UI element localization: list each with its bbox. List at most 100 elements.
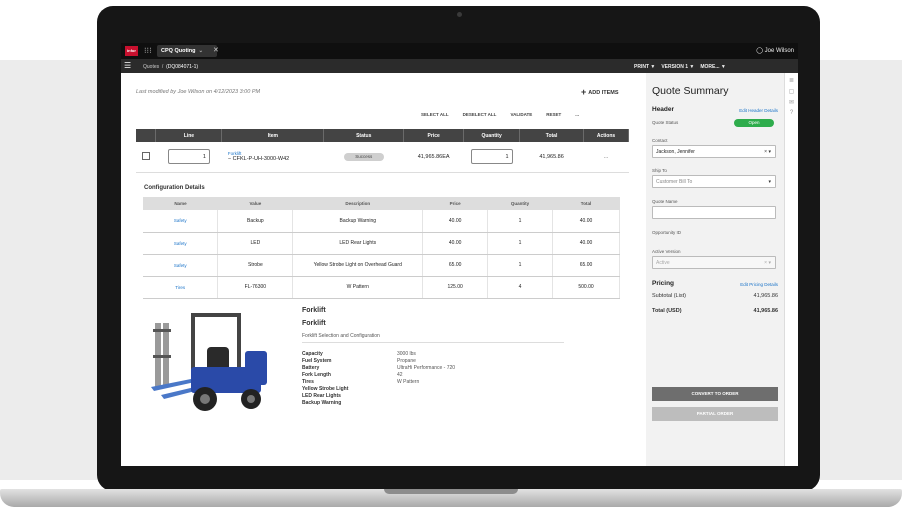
- user-icon: ◯: [756, 48, 763, 54]
- print-menu[interactable]: PRINT ▼: [634, 64, 655, 70]
- config-total: 40.00: [552, 232, 620, 255]
- spec-value: UltraHi Performance - 720: [397, 365, 456, 371]
- edit-header-link[interactable]: Edit Header Details: [739, 108, 778, 113]
- quote-summary-title: Quote Summary: [652, 85, 729, 97]
- right-rail: ≣ ▢ ✉ ?: [784, 73, 798, 466]
- config-header-total: Total: [552, 197, 620, 210]
- header-section-title: Header: [652, 106, 675, 113]
- column-header-line[interactable]: Line: [155, 129, 223, 142]
- chevron-down-icon: ⌄: [198, 48, 204, 54]
- active-version-label: Active Version: [652, 249, 681, 254]
- spec-row: Backup Warning: [302, 400, 564, 407]
- config-header-description: Description: [292, 197, 423, 210]
- config-value: Backup: [217, 210, 294, 233]
- config-name-link[interactable]: Safety: [143, 254, 219, 277]
- row-checkbox[interactable]: [141, 151, 150, 160]
- product-name: Forklift: [302, 307, 326, 314]
- select-column: [136, 129, 157, 142]
- contact-label: Contact: [652, 138, 668, 143]
- help-icon[interactable]: ?: [785, 110, 798, 116]
- partial-order-button[interactable]: PARTIAL ORDER: [652, 407, 778, 421]
- spec-value: Propane: [397, 358, 416, 364]
- config-name-link[interactable]: Safety: [143, 232, 219, 255]
- menu-icon[interactable]: ≣: [785, 77, 798, 84]
- config-header-quantity: Quantity: [487, 197, 553, 210]
- nav-bar: ☰ Quotes / (DQ084071-1) PRINT ▼ VERSION …: [121, 59, 798, 73]
- spec-name: Tires: [302, 379, 314, 385]
- column-header-status[interactable]: Status: [323, 129, 405, 142]
- top-bar: infor ⁝⁝⁝ CPQ Quoting ⌄ ✕ ◯ Joe Wilson: [121, 43, 798, 59]
- mail-icon[interactable]: ✉: [785, 99, 798, 106]
- edit-pricing-link[interactable]: Edit Pricing Details: [740, 282, 778, 287]
- quote-name-input[interactable]: [652, 206, 776, 219]
- config-total: 500.00: [552, 276, 620, 299]
- config-quantity: 1: [487, 232, 554, 255]
- column-header-quantity[interactable]: Quantity: [463, 129, 521, 142]
- config-row: Safety LED LED Rear Lights 40.00 1 40.00: [143, 232, 620, 255]
- spec-name: Fuel System: [302, 358, 332, 364]
- config-total: 65.00: [552, 254, 620, 277]
- column-header-item[interactable]: Item: [221, 129, 325, 142]
- price-cell: 41,965.86EA: [403, 142, 464, 173]
- config-header-value: Value: [217, 197, 293, 210]
- close-icon[interactable]: ✕: [213, 46, 219, 54]
- status-badge: Open: [734, 119, 774, 127]
- version-menu[interactable]: VERSION 1 ▼: [661, 64, 694, 70]
- spec-value: 42: [397, 372, 403, 378]
- config-price: 125.00: [422, 276, 489, 299]
- add-items-button[interactable]: + ADD ITEMS: [581, 87, 619, 97]
- quote-status-label: Quote Status: [652, 120, 679, 125]
- column-header-total[interactable]: Total: [519, 129, 585, 142]
- spec-row: Fuel System Propane: [302, 358, 564, 365]
- config-name-link[interactable]: Tires: [143, 276, 219, 299]
- panel-icon[interactable]: ▢: [785, 88, 798, 95]
- chevron-down-icon: ▾: [768, 179, 771, 185]
- config-row: Safety Backup Backup Warning 40.00 1 40.…: [143, 210, 620, 233]
- config-price: 65.00: [422, 254, 489, 277]
- column-header-price[interactable]: Price: [403, 129, 465, 142]
- table-header: Line Item Status Price Quantity Total Ac…: [136, 129, 629, 142]
- column-header-actions: Actions: [583, 129, 629, 142]
- more-actions-icon[interactable]: ...: [575, 112, 579, 117]
- subtotal-label: Subtotal (List): [652, 293, 686, 299]
- select-all-button[interactable]: SELECT ALL: [421, 112, 449, 117]
- contact-select[interactable]: Jackson, Jennifer × ▾: [652, 145, 776, 158]
- infor-logo[interactable]: infor: [125, 46, 138, 56]
- opportunity-id-label: Opportunity ID: [652, 230, 682, 235]
- spec-name: Capacity: [302, 351, 323, 357]
- line-number-input[interactable]: 1: [167, 149, 210, 165]
- breadcrumb: Quotes / (DQ084071-1): [143, 64, 199, 70]
- config-name-link[interactable]: Safety: [143, 210, 219, 233]
- quantity-input[interactable]: 1: [470, 149, 513, 165]
- product-info: Forklift Forklift Forklift Selection and…: [302, 307, 564, 407]
- deselect-all-button[interactable]: DESELECT ALL: [463, 112, 497, 117]
- collapse-icon[interactable]: −: [228, 156, 231, 162]
- app-screen: infor ⁝⁝⁝ CPQ Quoting ⌄ ✕ ◯ Joe Wilson ☰ …: [121, 43, 798, 466]
- row-actions-icon[interactable]: ...: [583, 142, 629, 173]
- more-menu[interactable]: MORE... ▼: [700, 64, 726, 70]
- user-name: Joe Wilson: [764, 48, 794, 54]
- convert-to-order-button[interactable]: CONVERT TO ORDER: [652, 387, 778, 401]
- app-tab[interactable]: CPQ Quoting ⌄: [157, 45, 217, 57]
- active-version-select[interactable]: Active × ▾: [652, 256, 776, 269]
- config-title: Configuration Details: [144, 185, 205, 191]
- spec-name: Backup Warning: [302, 400, 342, 406]
- product-subtitle: Forklift Selection and Configuration: [302, 333, 564, 343]
- reset-button[interactable]: RESET: [546, 112, 561, 117]
- user-menu[interactable]: ◯ Joe Wilson: [756, 47, 794, 54]
- spec-name: Fork Length: [302, 372, 331, 378]
- validate-button[interactable]: VALIDATE: [510, 112, 532, 117]
- quote-summary-panel: Quote Summary Header Edit Header Details…: [646, 73, 784, 466]
- config-row: Tires FL-76300 W Pattern 125.00 4 500.00: [143, 276, 620, 299]
- breadcrumb-root[interactable]: Quotes: [143, 64, 159, 70]
- config-price: 40.00: [422, 210, 489, 233]
- ship-to-select[interactable]: Customer Bill To ▾: [652, 175, 776, 188]
- hamburger-icon[interactable]: ☰: [124, 61, 131, 70]
- table-row: 1 Forklift − CFKL-P-UH-3000-W42 Success …: [136, 142, 629, 173]
- app-grid-icon[interactable]: ⁝⁝⁝: [144, 45, 152, 57]
- item-cell: Forklift − CFKL-P-UH-3000-W42: [221, 142, 324, 173]
- contact-value: Jackson, Jennifer: [656, 149, 695, 155]
- line-items-table: Line Item Status Price Quantity Total Ac…: [136, 129, 629, 173]
- spec-row: LED Rear Lights: [302, 393, 564, 400]
- ship-to-value: Customer Bill To: [656, 179, 693, 185]
